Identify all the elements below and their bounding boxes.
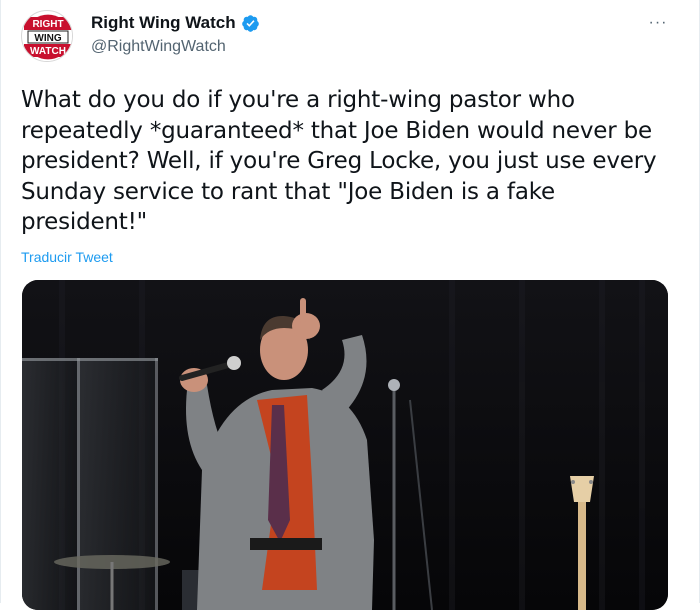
right-wing-watch-logo: RIGHT WING WATCH	[23, 12, 72, 61]
tweet-card[interactable]: RIGHT WING WATCH Right Wing Watch @Right…	[0, 0, 700, 610]
display-name[interactable]: Right Wing Watch	[91, 13, 236, 33]
account-handle[interactable]: @RightWingWatch	[91, 38, 226, 56]
svg-text:WING: WING	[34, 33, 61, 44]
verified-badge-icon	[241, 14, 260, 33]
tweet-media-video[interactable]	[22, 280, 668, 610]
avatar[interactable]: RIGHT WING WATCH	[21, 10, 73, 62]
translate-tweet-link[interactable]: Traducir Tweet	[21, 249, 113, 265]
video-still-image	[22, 280, 668, 610]
svg-text:RIGHT: RIGHT	[32, 19, 63, 30]
more-options-icon[interactable]: ···	[643, 8, 673, 38]
svg-text:WATCH: WATCH	[30, 46, 66, 57]
tweet-text: What do you do if you're a right-wing pa…	[21, 87, 657, 235]
author-name-row[interactable]: Right Wing Watch	[91, 13, 260, 33]
